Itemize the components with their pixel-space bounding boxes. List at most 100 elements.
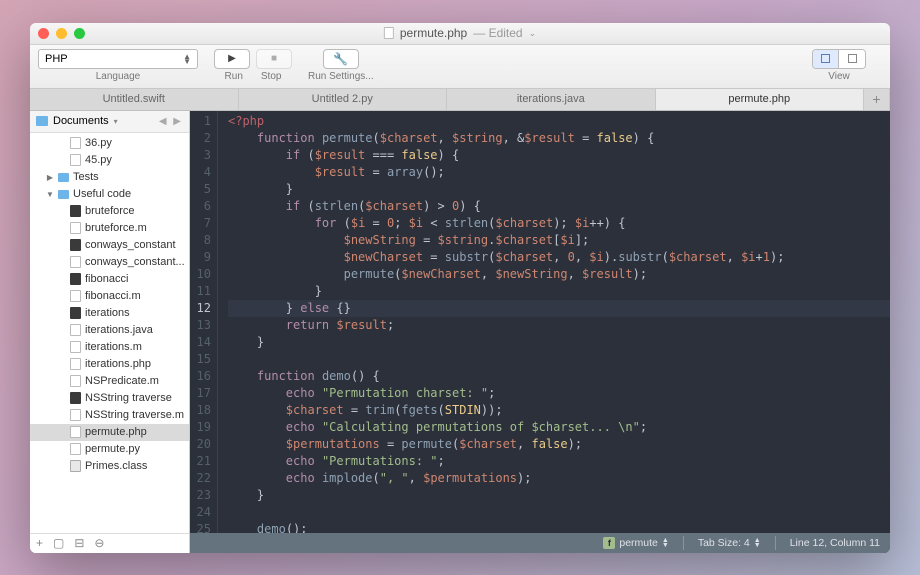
disclosure-icon[interactable]: ▼ <box>46 190 54 199</box>
code-line[interactable]: $newString = $string.$charset[$i]; <box>228 232 890 249</box>
symbol-picker[interactable]: f permute ▲▼ <box>603 537 668 549</box>
code-line[interactable]: permute($newCharset, $newString, $result… <box>228 266 890 283</box>
line-number[interactable]: 2 <box>190 130 211 147</box>
code-content[interactable]: <?php function permute($charset, $string… <box>218 111 890 533</box>
tree-item[interactable]: conways_constant <box>30 237 189 254</box>
code-line[interactable]: $newCharset = substr($charset, 0, $i).su… <box>228 249 890 266</box>
line-number[interactable]: 8 <box>190 232 211 249</box>
tree-item[interactable]: Primes.class <box>30 458 189 475</box>
line-gutter[interactable]: 1234567891011121314151617181920212223242… <box>190 111 218 533</box>
tree-item[interactable]: permute.py <box>30 441 189 458</box>
line-number[interactable]: 21 <box>190 453 211 470</box>
code-line[interactable]: } <box>228 283 890 300</box>
close-icon[interactable] <box>38 28 49 39</box>
tree-item[interactable]: iterations <box>30 305 189 322</box>
code-line[interactable]: return $result; <box>228 317 890 334</box>
action-icon[interactable]: ⊟ <box>74 536 84 550</box>
titlebar[interactable]: permute.php — Edited ⌄ <box>30 23 890 45</box>
view-panel-icon[interactable] <box>839 50 865 68</box>
add-icon[interactable]: + <box>36 536 43 550</box>
line-number[interactable]: 11 <box>190 283 211 300</box>
line-number[interactable]: 14 <box>190 334 211 351</box>
line-number[interactable]: 3 <box>190 147 211 164</box>
code-line[interactable]: <?php <box>228 113 890 130</box>
code-line[interactable]: function permute($charset, $string, &$re… <box>228 130 890 147</box>
code-line[interactable]: echo "Permutation charset: "; <box>228 385 890 402</box>
tab-permute-php[interactable]: permute.php <box>656 89 865 110</box>
sidebar-header[interactable]: Documents ▾ ◀ ▶ <box>30 111 189 133</box>
line-number[interactable]: 13 <box>190 317 211 334</box>
line-number[interactable]: 9 <box>190 249 211 266</box>
line-number[interactable]: 6 <box>190 198 211 215</box>
add-tab-button[interactable]: + <box>864 89 890 110</box>
tree-item[interactable]: permute.php <box>30 424 189 441</box>
code-line[interactable]: for ($i = 0; $i < strlen($charset); $i++… <box>228 215 890 232</box>
code-line[interactable] <box>228 351 890 368</box>
line-number[interactable]: 10 <box>190 266 211 283</box>
line-number[interactable]: 19 <box>190 419 211 436</box>
code-line[interactable]: function demo() { <box>228 368 890 385</box>
line-number[interactable]: 20 <box>190 436 211 453</box>
code-line[interactable]: if (strlen($charset) > 0) { <box>228 198 890 215</box>
tree-item[interactable]: iterations.m <box>30 339 189 356</box>
code-line[interactable]: if ($result === false) { <box>228 147 890 164</box>
view-sidebar-icon[interactable] <box>813 50 839 68</box>
code-line[interactable]: echo implode(", ", $permutations); <box>228 470 890 487</box>
code-line[interactable] <box>228 504 890 521</box>
tree-item[interactable]: 36.py <box>30 135 189 152</box>
code-line[interactable]: echo "Permutations: "; <box>228 453 890 470</box>
code-line[interactable]: } else {} <box>228 300 890 317</box>
line-number[interactable]: 18 <box>190 402 211 419</box>
view-segmented[interactable] <box>812 49 866 69</box>
tree-item[interactable]: bruteforce <box>30 203 189 220</box>
file-tree[interactable]: 36.py45.py▶Tests▼Useful codebruteforcebr… <box>30 133 189 533</box>
tree-item[interactable]: iterations.php <box>30 356 189 373</box>
run-settings-button[interactable]: 🔧 <box>323 49 359 69</box>
code-line[interactable]: } <box>228 181 890 198</box>
line-number[interactable]: 22 <box>190 470 211 487</box>
line-number[interactable]: 1 <box>190 113 211 130</box>
tree-item[interactable]: bruteforce.m <box>30 220 189 237</box>
code-line[interactable]: $charset = trim(fgets(STDIN)); <box>228 402 890 419</box>
code-line[interactable]: } <box>228 334 890 351</box>
filter-icon[interactable]: ⊖ <box>94 536 104 550</box>
tree-item[interactable]: conways_constant... <box>30 254 189 271</box>
tree-item[interactable]: ▶Tests <box>30 169 189 186</box>
disclosure-icon[interactable]: ▶ <box>46 173 54 182</box>
line-number[interactable]: 7 <box>190 215 211 232</box>
line-number[interactable]: 15 <box>190 351 211 368</box>
sidebar-nav[interactable]: ◀ ▶ <box>159 116 183 127</box>
line-number[interactable]: 4 <box>190 164 211 181</box>
code-line[interactable]: echo "Calculating permutations of $chars… <box>228 419 890 436</box>
line-number[interactable]: 5 <box>190 181 211 198</box>
line-number[interactable]: 17 <box>190 385 211 402</box>
new-folder-icon[interactable]: ▢ <box>53 536 64 550</box>
code-line[interactable]: demo(); <box>228 521 890 533</box>
line-number[interactable]: 16 <box>190 368 211 385</box>
minimize-icon[interactable] <box>56 28 67 39</box>
tab-size[interactable]: Tab Size: 4 ▲▼ <box>698 537 761 549</box>
chevron-down-icon[interactable]: ⌄ <box>529 28 537 39</box>
tree-item[interactable]: 45.py <box>30 152 189 169</box>
line-number[interactable]: 23 <box>190 487 211 504</box>
line-number[interactable]: 24 <box>190 504 211 521</box>
tab-Untitled-swift[interactable]: Untitled.swift <box>30 89 239 110</box>
tree-item[interactable]: NSString traverse <box>30 390 189 407</box>
tree-item[interactable]: NSPredicate.m <box>30 373 189 390</box>
tree-item[interactable]: fibonacci.m <box>30 288 189 305</box>
code-line[interactable]: $permutations = permute($charset, false)… <box>228 436 890 453</box>
tab-iterations-java[interactable]: iterations.java <box>447 89 656 110</box>
zoom-icon[interactable] <box>74 28 85 39</box>
tree-item[interactable]: fibonacci <box>30 271 189 288</box>
tree-item[interactable]: NSString traverse.m <box>30 407 189 424</box>
tree-item[interactable]: iterations.java <box>30 322 189 339</box>
run-button[interactable]: ▶ <box>214 49 250 69</box>
line-number[interactable]: 12 <box>190 300 211 317</box>
language-select[interactable]: PHP ▲▼ <box>38 49 198 69</box>
tree-item[interactable]: ▼Useful code <box>30 186 189 203</box>
code-line[interactable]: } <box>228 487 890 504</box>
tab-Untitled-2-py[interactable]: Untitled 2.py <box>239 89 448 110</box>
line-number[interactable]: 25 <box>190 521 211 533</box>
code-line[interactable]: $result = array(); <box>228 164 890 181</box>
stop-button[interactable]: ■ <box>256 49 292 69</box>
